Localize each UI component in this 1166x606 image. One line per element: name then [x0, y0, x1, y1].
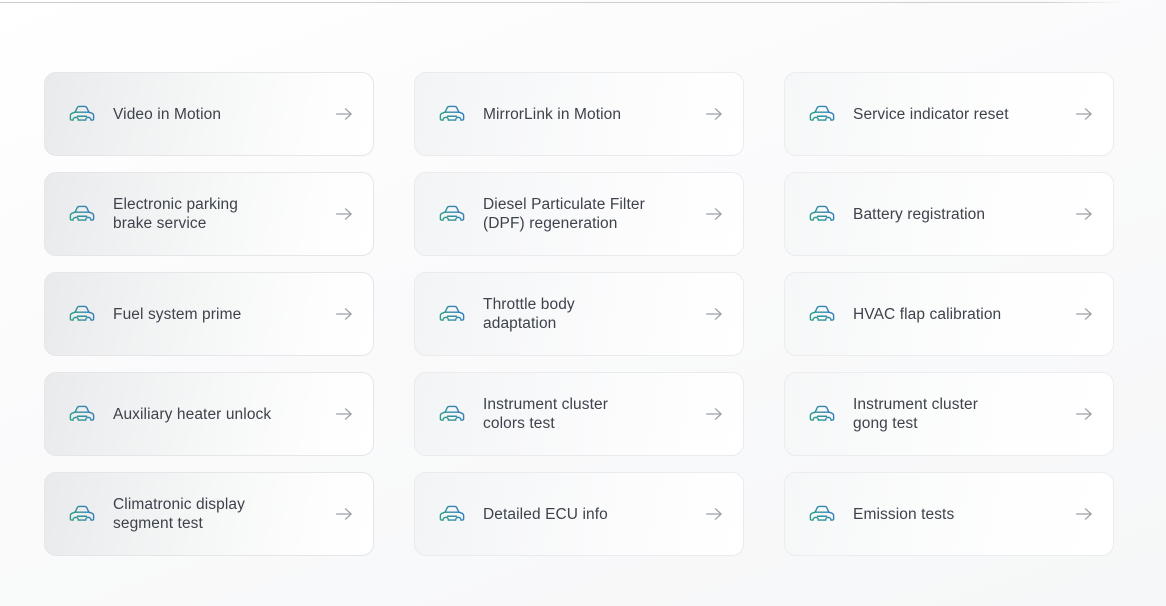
service-function-card[interactable]: Instrument cluster gong test — [784, 372, 1114, 456]
car-front-icon — [809, 505, 835, 521]
arrow-right-icon[interactable] — [703, 503, 725, 525]
service-function-card[interactable]: Auxiliary heater unlock — [44, 372, 374, 456]
car-front-icon — [69, 405, 95, 421]
service-function-card[interactable]: Throttle body adaptation — [414, 272, 744, 356]
service-function-card[interactable]: Electronic parking brake service — [44, 172, 374, 256]
service-function-card[interactable]: Instrument cluster colors test — [414, 372, 744, 456]
service-function-label: Emission tests — [853, 505, 955, 523]
service-function-card[interactable]: Detailed ECU info — [414, 472, 744, 556]
service-function-label: Detailed ECU info — [483, 505, 608, 523]
service-function-label: Diesel Particulate Filter (DPF) regenera… — [483, 196, 645, 232]
arrow-right-icon[interactable] — [703, 403, 725, 425]
service-function-label: HVAC flap calibration — [853, 305, 1002, 323]
car-front-icon — [809, 405, 835, 421]
arrow-right-icon[interactable] — [703, 203, 725, 225]
arrow-right-icon[interactable] — [333, 103, 355, 125]
service-function-label: Electronic parking brake service — [113, 196, 238, 232]
service-function-label: Instrument cluster gong test — [853, 396, 978, 432]
arrow-right-icon[interactable] — [1073, 203, 1095, 225]
car-front-icon — [439, 305, 465, 321]
arrow-right-icon[interactable] — [333, 503, 355, 525]
car-front-icon — [809, 105, 835, 121]
arrow-right-icon[interactable] — [333, 403, 355, 425]
arrow-right-icon[interactable] — [1073, 503, 1095, 525]
service-function-card[interactable]: Diesel Particulate Filter (DPF) regenera… — [414, 172, 744, 256]
service-function-card[interactable]: HVAC flap calibration — [784, 272, 1114, 356]
arrow-right-icon[interactable] — [1073, 303, 1095, 325]
service-function-card[interactable]: MirrorLink in Motion — [414, 72, 744, 156]
top-divider — [0, 2, 1124, 3]
car-front-icon — [439, 405, 465, 421]
arrow-right-icon[interactable] — [703, 303, 725, 325]
service-function-card[interactable]: Battery registration — [784, 172, 1114, 256]
service-function-card[interactable]: Climatronic display segment test — [44, 472, 374, 556]
arrow-right-icon[interactable] — [333, 303, 355, 325]
service-function-label: Video in Motion — [113, 105, 222, 123]
service-function-label: Fuel system prime — [113, 305, 242, 323]
car-front-icon — [69, 105, 95, 121]
service-function-label: Instrument cluster colors test — [483, 396, 608, 432]
arrow-right-icon[interactable] — [1073, 103, 1095, 125]
arrow-right-icon[interactable] — [1073, 403, 1095, 425]
car-front-icon — [439, 505, 465, 521]
service-function-card[interactable]: Service indicator reset — [784, 72, 1114, 156]
arrow-right-icon[interactable] — [703, 103, 725, 125]
car-front-icon — [69, 505, 95, 521]
service-function-label: Throttle body adaptation — [483, 296, 575, 332]
arrow-right-icon[interactable] — [333, 203, 355, 225]
service-functions-grid: Video in Motion MirrorLink in Motion Ser… — [44, 72, 1124, 556]
service-function-label: MirrorLink in Motion — [483, 105, 622, 123]
car-front-icon — [809, 305, 835, 321]
service-function-card[interactable]: Video in Motion — [44, 72, 374, 156]
car-front-icon — [439, 205, 465, 221]
service-function-label: Service indicator reset — [853, 105, 1009, 123]
service-function-label: Auxiliary heater unlock — [113, 405, 272, 423]
service-function-card[interactable]: Emission tests — [784, 472, 1114, 556]
service-functions-section: Video in Motion MirrorLink in Motion Ser… — [44, 72, 1124, 556]
service-function-label: Climatronic display segment test — [113, 496, 245, 532]
car-front-icon — [69, 305, 95, 321]
service-function-label: Battery registration — [853, 205, 986, 223]
car-front-icon — [439, 105, 465, 121]
car-front-icon — [69, 205, 95, 221]
car-front-icon — [809, 205, 835, 221]
service-function-card[interactable]: Fuel system prime — [44, 272, 374, 356]
